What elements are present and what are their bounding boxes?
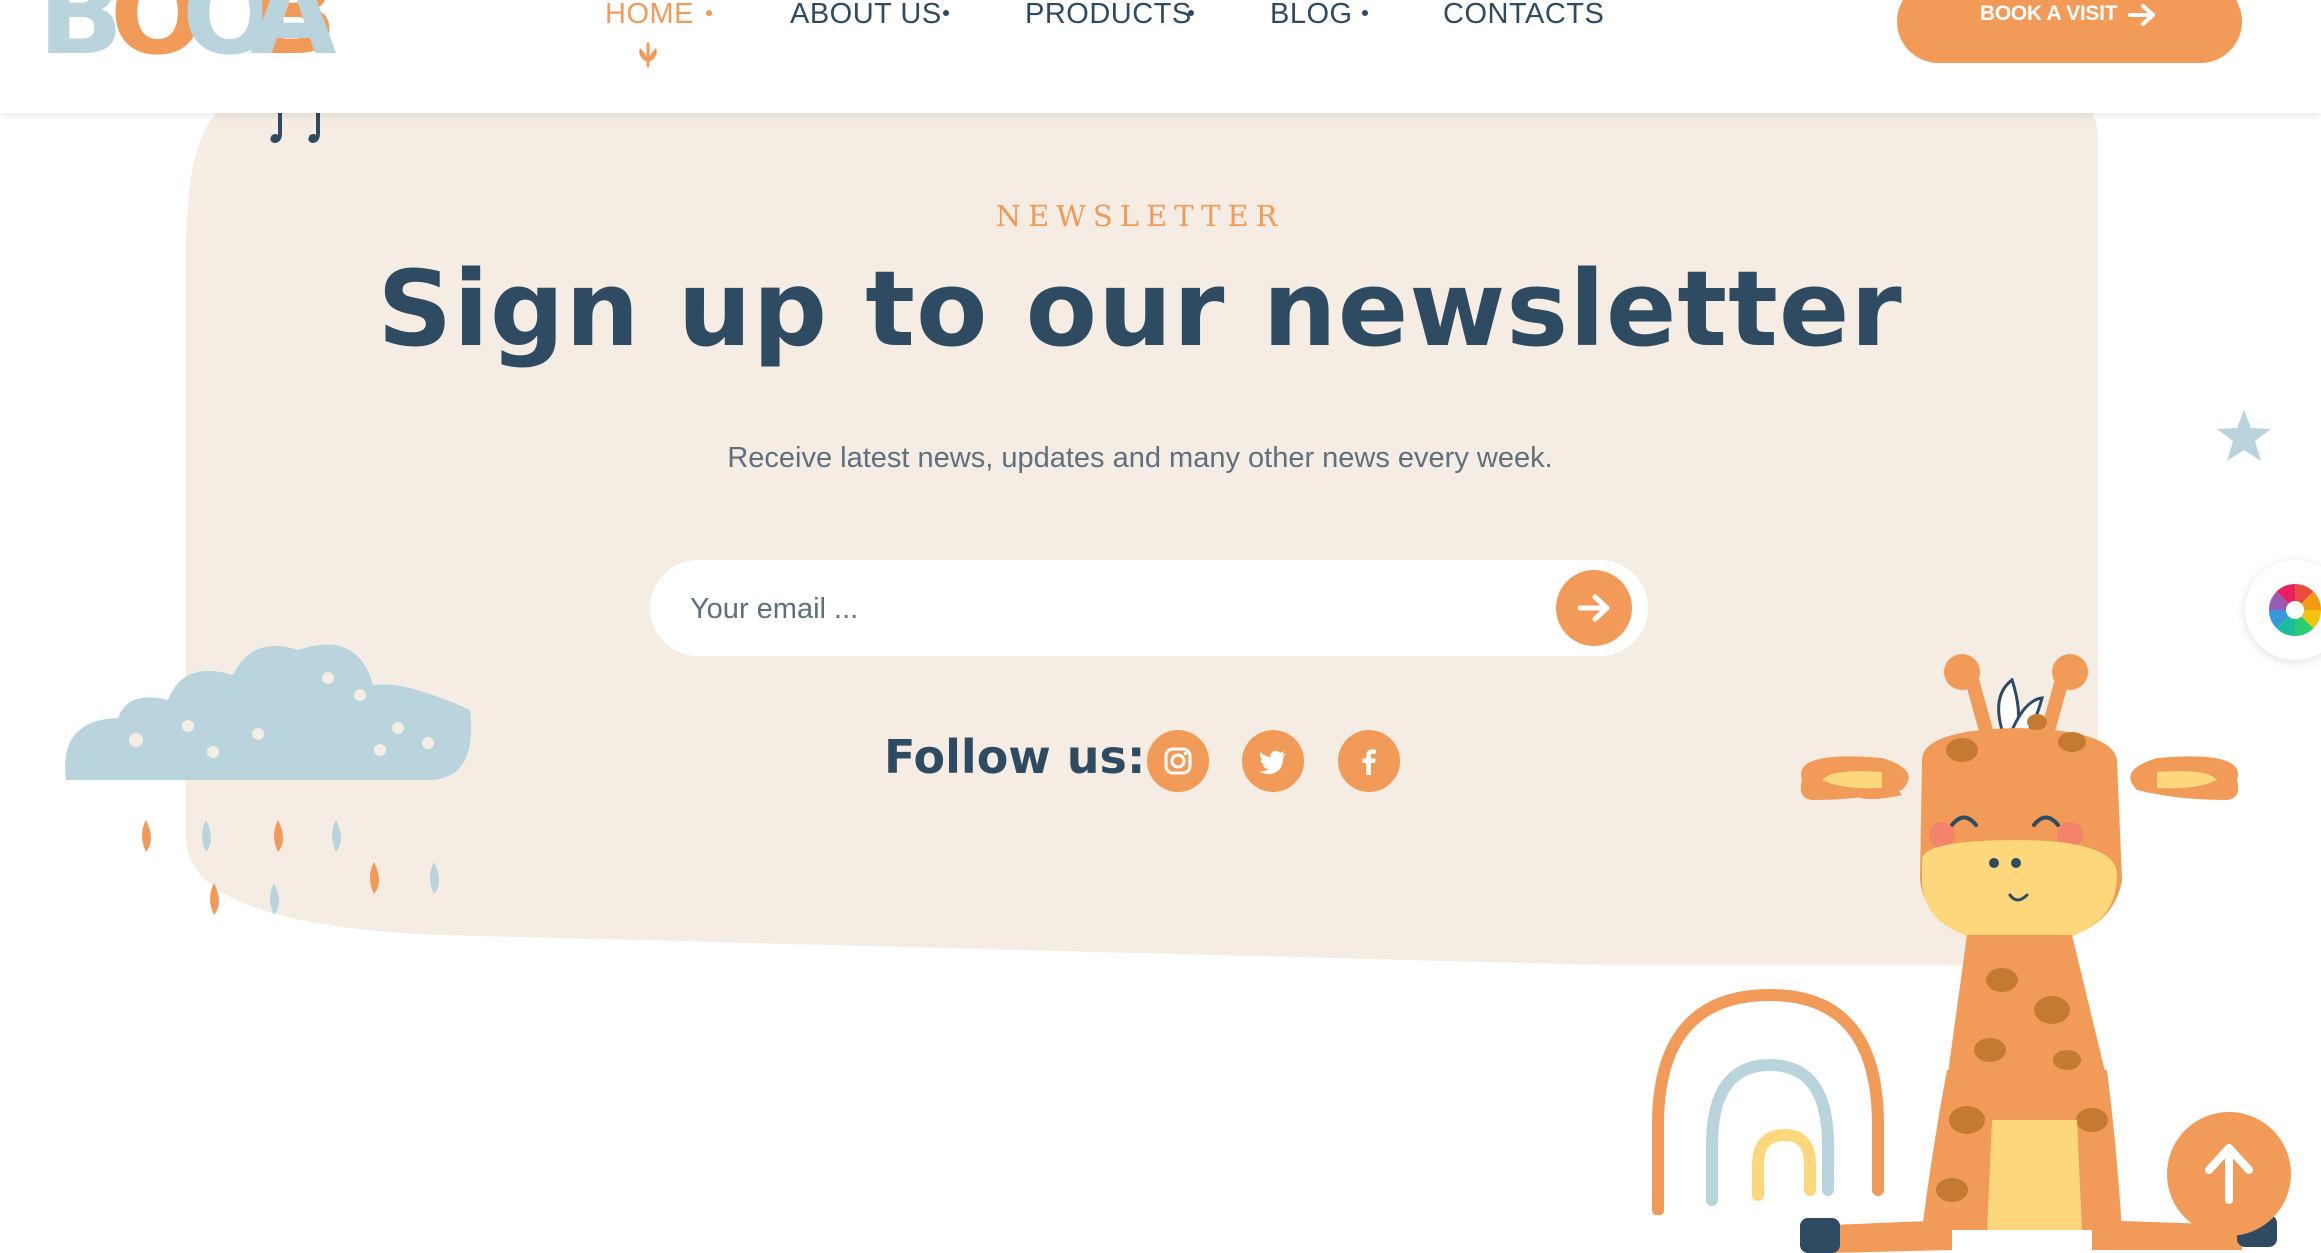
logo-tail: A — [250, 0, 337, 80]
nav-contacts[interactable]: CONTACTS — [1443, 0, 1604, 31]
book-a-visit-button[interactable]: BOOK A VISIT — [1897, 0, 2242, 63]
leaf-icon — [639, 42, 657, 68]
subscribe-button[interactable] — [1556, 570, 1632, 646]
nav-products[interactable]: PRODUCTS — [1025, 0, 1192, 31]
twitter-icon — [1259, 750, 1286, 775]
scroll-to-top-button[interactable] — [2167, 1112, 2291, 1236]
nav-dot — [943, 10, 949, 16]
color-wheel-icon — [2269, 584, 2321, 636]
facebook-icon — [1362, 749, 1376, 775]
arrow-up-icon — [2205, 1144, 2253, 1204]
nav-dot — [706, 10, 712, 16]
email-input[interactable] — [688, 580, 1522, 638]
follow-us-label: Follow us: — [884, 730, 1146, 784]
instagram-icon — [1164, 747, 1192, 775]
nav-dot — [1188, 10, 1194, 16]
newsletter-form — [650, 560, 1648, 656]
arrow-right-icon — [1577, 594, 1610, 622]
rain-cloud-icon — [65, 644, 472, 915]
section-kicker: NEWSLETTER — [995, 199, 1285, 233]
twitter-button[interactable] — [1242, 730, 1304, 792]
book-a-visit-label: BOOK A VISIT — [1980, 2, 2118, 25]
instagram-button[interactable] — [1147, 730, 1209, 792]
arrow-right-icon — [2128, 4, 2155, 26]
section-headline: Sign up to our newsletter — [377, 248, 1903, 370]
facebook-button[interactable] — [1338, 730, 1400, 792]
site-header: B O O B A A HOME ABOUT US PRODUCTS BLOG … — [0, 0, 2321, 113]
star-icon — [2217, 410, 2271, 461]
nav-about-us[interactable]: ABOUT US — [790, 0, 942, 31]
nav-dot — [1362, 10, 1368, 16]
nav-home[interactable]: HOME — [605, 0, 694, 31]
nav-blog[interactable]: BLOG — [1270, 0, 1353, 31]
section-subtitle: Receive latest news, updates and many ot… — [727, 442, 1553, 474]
